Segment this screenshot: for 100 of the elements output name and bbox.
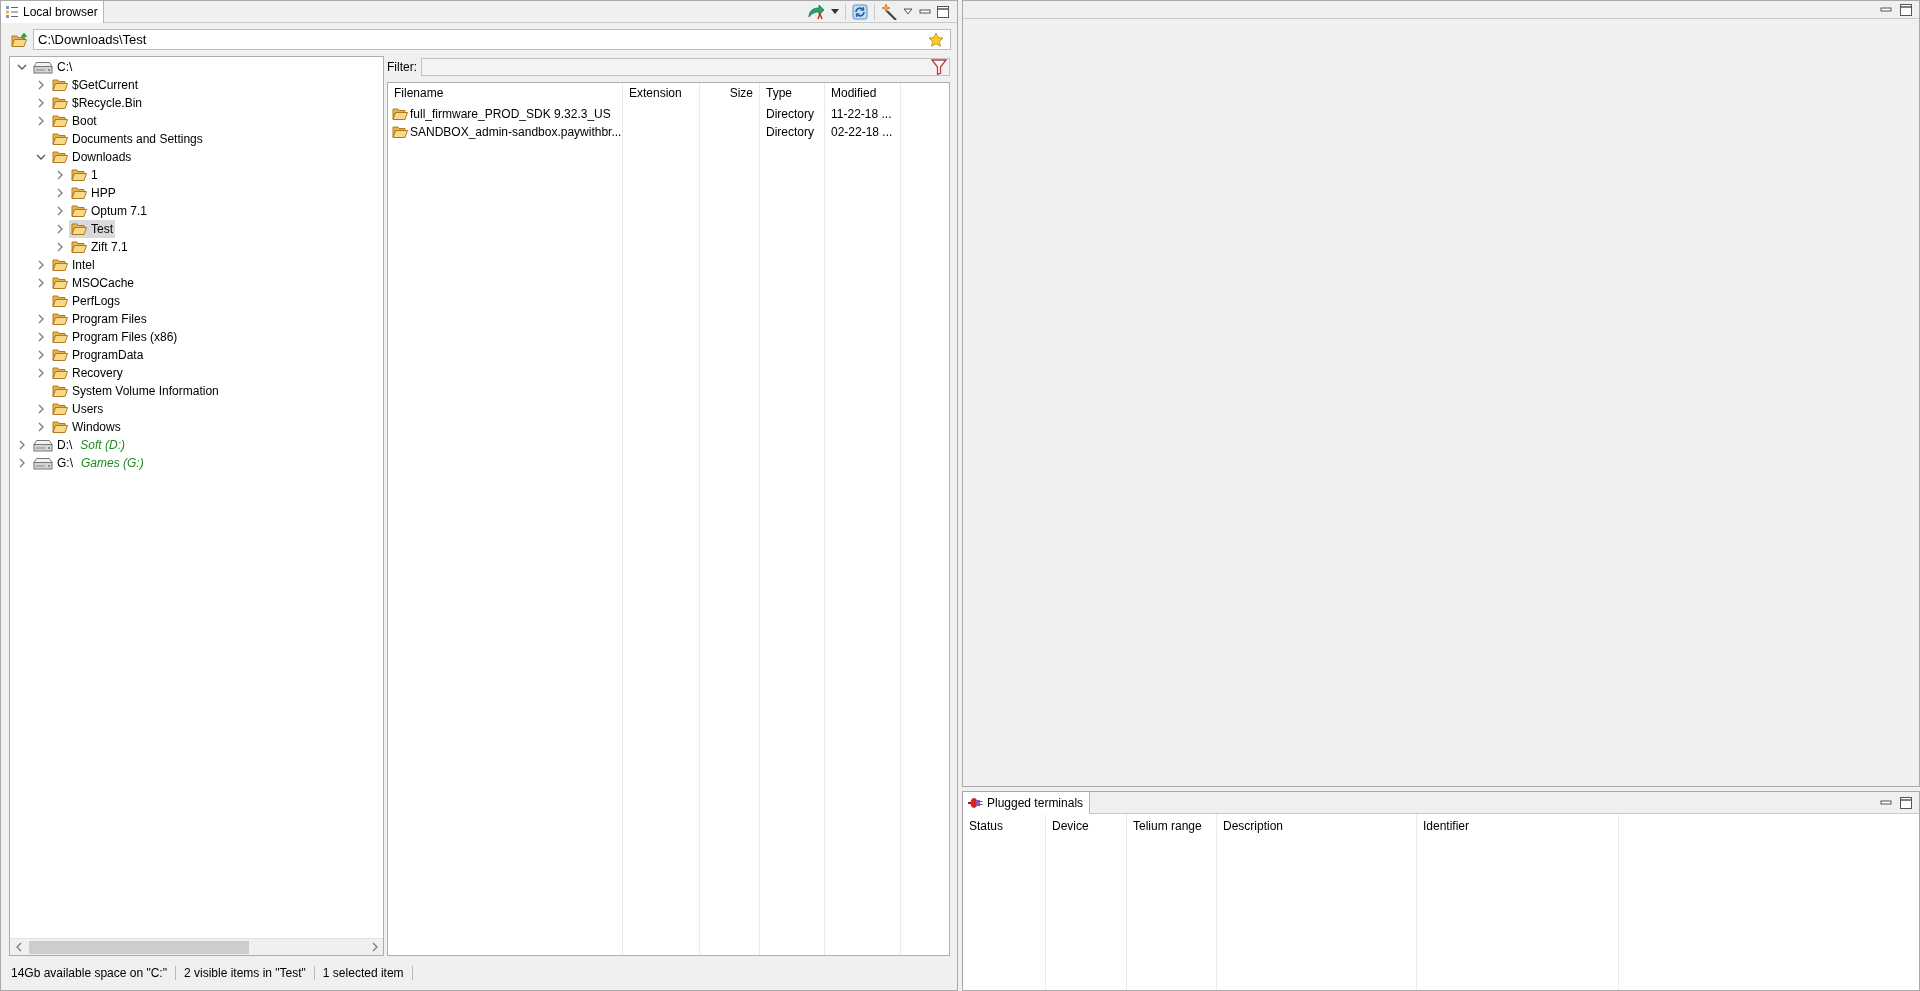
folder-icon [52, 420, 68, 434]
column-header[interactable]: Type [760, 83, 824, 103]
folder-icon [52, 312, 68, 326]
maximize-icon[interactable] [1900, 796, 1912, 809]
tree-item[interactable]: MSOCache [50, 274, 137, 292]
tree-item[interactable]: Users [50, 400, 106, 418]
column-header[interactable]: Device [1046, 814, 1126, 838]
chevron-right-icon[interactable] [37, 422, 45, 432]
tree-item[interactable]: Optum 7.1 [69, 202, 150, 220]
table-cell-text: Directory [765, 106, 815, 123]
folder-icon [52, 258, 68, 272]
chevron-right-icon[interactable] [37, 98, 45, 108]
tree-item[interactable]: G:\ [31, 454, 75, 472]
maximize-icon[interactable] [1900, 3, 1912, 16]
tree-item[interactable]: System Volume Information [50, 382, 221, 400]
chevron-right-icon[interactable] [56, 188, 64, 198]
folder-icon [392, 107, 408, 121]
dropdown-triangle-icon[interactable] [903, 8, 913, 15]
chevron-right-icon[interactable] [56, 224, 64, 234]
maximize-icon[interactable] [937, 5, 949, 18]
folder-icon [52, 294, 68, 308]
filter-field[interactable] [421, 58, 950, 76]
chevron-right-icon[interactable] [37, 404, 45, 414]
folder-icon [392, 125, 408, 139]
chevron-right-icon[interactable] [37, 116, 45, 126]
column-header[interactable]: Status [963, 814, 1045, 838]
folder-icon [71, 240, 87, 254]
path-field[interactable]: C:\Downloads\Test [33, 29, 951, 50]
chevron-right-icon[interactable] [56, 242, 64, 252]
status-text: 14Gb available space on "C:" [11, 966, 176, 980]
magic-wand-icon[interactable] [881, 3, 897, 20]
tree-item[interactable]: HPP [69, 184, 118, 202]
tree-item[interactable]: Windows [50, 418, 123, 436]
status-text: 2 visible items in "Test" [183, 966, 315, 980]
chevron-right-icon[interactable] [37, 350, 45, 360]
minimize-icon[interactable] [919, 8, 931, 15]
folder-icon [71, 168, 87, 182]
column-header[interactable]: Identifier [1417, 814, 1618, 838]
tree-item[interactable]: Program Files [50, 310, 149, 328]
chevron-right-icon[interactable] [37, 260, 45, 270]
chevron-right-icon[interactable] [56, 206, 64, 216]
chevron-down-icon[interactable] [17, 63, 27, 71]
view-tab[interactable]: Plugged terminals [963, 792, 1091, 814]
tree-item[interactable]: Test [69, 220, 115, 238]
folder-icon [52, 150, 68, 164]
column-header[interactable]: Description [1217, 814, 1416, 838]
chevron-right-icon[interactable] [18, 440, 26, 450]
tree-item[interactable]: PerfLogs [50, 292, 123, 310]
scroll-right-icon[interactable] [370, 942, 379, 952]
star-icon[interactable] [928, 31, 944, 48]
table-cell[interactable]: SANDBOX_admin-sandbox.paywithbr... [388, 123, 622, 141]
column-header[interactable]: Telium range [1127, 814, 1216, 838]
status-text: 1 selected item [322, 966, 413, 980]
column-header[interactable]: Extension [623, 83, 699, 103]
chevron-right-icon[interactable] [37, 80, 45, 90]
tree-item[interactable]: 1 [69, 166, 100, 184]
tree-item[interactable]: $Recycle.Bin [50, 94, 145, 112]
chevron-right-icon[interactable] [37, 332, 45, 342]
scroll-left-icon[interactable] [14, 942, 23, 952]
tree-item[interactable]: Boot [50, 112, 99, 130]
chevron-right-icon[interactable] [37, 314, 45, 324]
folder-icon [71, 222, 87, 236]
scrollbar[interactable] [10, 938, 383, 955]
table-cell-text: 11-22-18 ... [830, 106, 893, 123]
tree-item[interactable]: Program Files (x86) [50, 328, 180, 346]
folder-icon [52, 366, 68, 380]
folder-icon [52, 402, 68, 416]
refresh-icon[interactable] [852, 3, 868, 20]
chevron-down-icon[interactable] [36, 153, 46, 161]
tree-item[interactable]: Zift 7.1 [69, 238, 130, 256]
chevron-right-icon[interactable] [56, 170, 64, 180]
curved-arrow-icon[interactable] [807, 3, 825, 20]
tree-item[interactable]: C:\ [31, 58, 75, 76]
tree-item[interactable]: Documents and Settings [50, 130, 205, 148]
column-header[interactable]: Size [700, 83, 759, 103]
chevron-right-icon[interactable] [37, 368, 45, 378]
tree-item[interactable]: Downloads [50, 148, 134, 166]
view-tab[interactable]: Local browser [1, 1, 104, 23]
column-header[interactable]: Filename [388, 83, 622, 103]
filter-label: Filter: [387, 60, 417, 74]
folder-icon [52, 348, 68, 362]
column-header[interactable]: Modified [825, 83, 900, 103]
filter-icon[interactable] [931, 59, 947, 75]
tree-item[interactable]: Intel [50, 256, 97, 274]
minimize-icon[interactable] [1880, 6, 1892, 13]
table-cell[interactable]: full_firmware_PROD_SDK 9.32.3_US [388, 105, 622, 123]
folder-icon [52, 114, 68, 128]
chevron-right-icon[interactable] [18, 458, 26, 468]
chevron-right-icon[interactable] [37, 278, 45, 288]
caret-icon[interactable] [831, 9, 839, 14]
volume-label: Soft (D:) [80, 438, 125, 452]
tree-item[interactable]: $GetCurrent [50, 76, 141, 94]
folder-icon [52, 78, 68, 92]
tree-item[interactable]: Recovery [50, 364, 125, 382]
tree-item[interactable]: ProgramData [50, 346, 146, 364]
folder-arrow-icon[interactable] [11, 31, 29, 48]
minimize-icon[interactable] [1880, 799, 1892, 806]
tree-item[interactable]: D:\ [31, 436, 75, 454]
folder-icon [52, 132, 68, 146]
folder-icon [52, 330, 68, 344]
